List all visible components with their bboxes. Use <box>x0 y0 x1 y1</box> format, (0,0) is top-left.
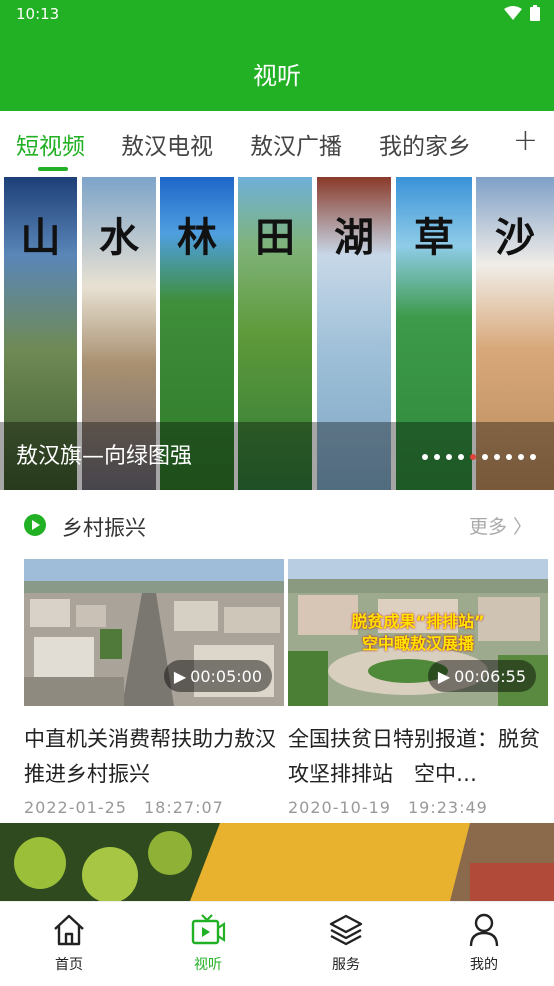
home-icon <box>54 914 84 946</box>
tab-short-video[interactable]: 短视频 <box>16 127 85 161</box>
bottom-navigation: 首页 视听 服务 我的 <box>0 901 554 986</box>
app-bar: 视听 <box>0 30 554 111</box>
page-title: 视听 <box>253 62 301 90</box>
video-title: 全国扶贫日特别报道：脱贫攻坚排排站 空中… <box>288 727 540 786</box>
more-link[interactable]: 更多 〉 <box>469 512 532 539</box>
tab-indicator <box>38 167 68 171</box>
add-tab-button[interactable]: + <box>513 123 538 158</box>
wifi-icon <box>504 6 522 20</box>
carousel-dot[interactable] <box>434 454 440 460</box>
status-time: 10:13 <box>16 5 60 23</box>
play-circle-icon <box>24 514 46 536</box>
carousel-dot[interactable] <box>494 454 500 460</box>
tab-my-hometown[interactable]: 我的家乡 <box>379 127 471 161</box>
tab-aohan-tv[interactable]: 敖汉电视 <box>121 127 213 161</box>
category-tabs: 短视频 敖汉电视 敖汉广播 我的家乡 + <box>0 111 554 173</box>
video-thumbnail[interactable]: ▶ 00:05:00 <box>24 559 284 706</box>
play-icon: ▶ <box>173 666 187 686</box>
battery-icon <box>530 5 540 21</box>
carousel-dot[interactable] <box>446 454 452 460</box>
carousel-dot[interactable] <box>506 454 512 460</box>
banner-carousel[interactable]: 山 水 林 田 湖 草 沙 敖汉旗—向绿图强 <box>0 173 554 490</box>
play-icon: ▶ <box>437 666 451 686</box>
user-icon <box>469 913 499 947</box>
video-date: 2022-01-25 18:27:07 <box>24 798 224 817</box>
video-card[interactable]: 脱贫成果“排排站” 空中瞰敖汉展播 ▶ 00:06:55 全国扶贫日特别报道：脱… <box>288 559 548 818</box>
video-title: 中直机关消费帮扶助力敖汉推进乡村振兴 <box>24 727 276 786</box>
status-bar: 10:13 <box>0 0 554 30</box>
carousel-dot[interactable] <box>470 454 476 460</box>
video-duration: ▶ 00:05:00 <box>163 660 272 692</box>
carousel-dot[interactable] <box>458 454 464 460</box>
video-date: 2020-10-19 19:23:49 <box>288 798 488 817</box>
video-duration: ▶ 00:06:55 <box>427 660 536 692</box>
carousel-dot[interactable] <box>518 454 524 460</box>
video-thumbnail[interactable]: 脱贫成果“排排站” 空中瞰敖汉展播 ▶ 00:06:55 <box>288 559 548 706</box>
tab-aohan-radio[interactable]: 敖汉广播 <box>250 127 342 161</box>
carousel-dots <box>422 454 536 460</box>
thumbnail-overlay-text: 脱贫成果“排排站” 空中瞰敖汉展播 <box>351 612 485 653</box>
video-icon <box>191 914 226 945</box>
nav-video[interactable]: 视听 <box>163 912 253 974</box>
layers-icon <box>329 914 363 946</box>
video-card[interactable]: ▶ 00:05:00 中直机关消费帮扶助力敖汉推进乡村振兴 2022-01-25… <box>24 559 284 818</box>
nav-services[interactable]: 服务 <box>301 912 391 974</box>
carousel-dot[interactable] <box>482 454 488 460</box>
nav-home[interactable]: 首页 <box>24 912 114 974</box>
next-banner-preview[interactable] <box>0 823 554 901</box>
nav-profile[interactable]: 我的 <box>439 912 529 974</box>
section-header: 乡村振兴 更多 〉 <box>0 490 554 560</box>
banner-caption: 敖汉旗—向绿图强 <box>16 444 193 469</box>
carousel-dot[interactable] <box>530 454 536 460</box>
carousel-dot[interactable] <box>422 454 428 460</box>
status-icons <box>504 5 540 21</box>
section-title: 乡村振兴 <box>62 516 146 540</box>
harvest-image <box>0 823 554 901</box>
